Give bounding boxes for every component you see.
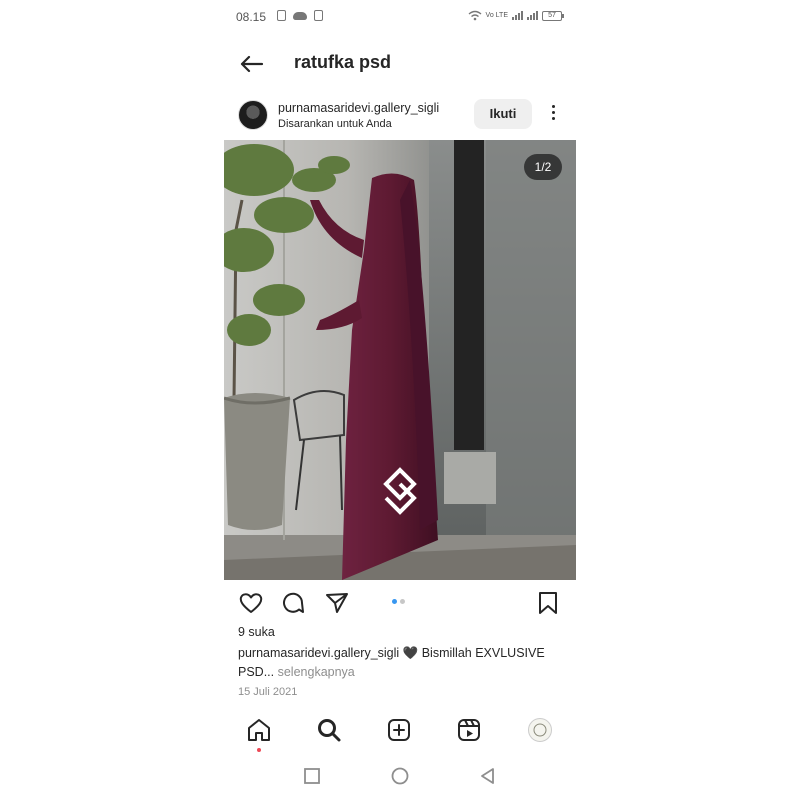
nav-reels[interactable] xyxy=(455,716,483,744)
phone-screen: 08.15 Vo LTE 57 ratufka psd purnamasarid… xyxy=(224,0,576,800)
notification-dot xyxy=(257,748,261,752)
recent-apps-button[interactable] xyxy=(302,766,322,786)
system-nav xyxy=(224,760,576,792)
more-options-button[interactable] xyxy=(544,102,562,126)
battery-icon: 57 xyxy=(542,10,564,21)
likes-count[interactable]: 9 suka xyxy=(238,625,275,639)
profile-avatar xyxy=(528,718,552,742)
media-counter: 1/2 xyxy=(524,154,562,180)
post-image[interactable]: 1/2 xyxy=(224,140,576,580)
sim-icon xyxy=(314,10,323,21)
save-button[interactable] xyxy=(535,590,561,616)
arrow-left-icon xyxy=(240,55,264,73)
share-button[interactable] xyxy=(324,590,350,616)
post-actions xyxy=(224,586,576,618)
suggested-label: Disarankan untuk Anda xyxy=(278,118,392,130)
follow-button[interactable]: Ikuti xyxy=(474,99,532,129)
status-bar: 08.15 Vo LTE 57 xyxy=(224,6,576,28)
send-icon xyxy=(326,593,348,613)
circle-icon xyxy=(391,767,409,785)
post-username[interactable]: purnamasaridevi.gallery_sigli xyxy=(278,101,439,115)
plus-square-icon xyxy=(388,719,410,741)
post-photo xyxy=(224,140,576,580)
carousel-dots xyxy=(392,599,405,604)
see-more-link[interactable]: selengkapnya xyxy=(278,665,355,679)
heart-icon xyxy=(239,593,263,613)
status-time: 08.15 xyxy=(236,10,267,24)
carousel-dot-active xyxy=(392,599,397,604)
reels-icon xyxy=(458,719,480,741)
page-title: ratufka psd xyxy=(294,52,392,72)
nav-home[interactable] xyxy=(245,716,273,752)
more-icon-dot xyxy=(551,105,555,108)
status-left-icons xyxy=(277,10,323,21)
search-icon xyxy=(318,719,341,742)
comment-button[interactable] xyxy=(280,590,306,616)
bottom-nav xyxy=(224,710,576,752)
square-icon xyxy=(304,768,320,784)
comment-icon xyxy=(283,592,304,613)
battery-level: 57 xyxy=(542,10,562,21)
carousel-dot xyxy=(400,599,405,604)
post-date: 15 Juli 2021 xyxy=(238,686,298,698)
back-system-button[interactable] xyxy=(478,766,498,786)
nav-create[interactable] xyxy=(385,716,413,744)
triangle-back-icon xyxy=(481,768,494,784)
page-header: ratufka psd xyxy=(224,44,576,84)
post-caption: purnamasaridevi.gallery_sigli 🖤 Bismilla… xyxy=(238,644,558,682)
nav-profile[interactable] xyxy=(526,716,554,744)
like-button[interactable] xyxy=(238,590,264,616)
network-label: Vo LTE xyxy=(485,12,508,19)
caption-username[interactable]: purnamasaridevi.gallery_sigli xyxy=(238,646,399,660)
nav-search[interactable] xyxy=(315,716,343,744)
bookmark-icon xyxy=(539,592,557,614)
cloud-icon xyxy=(293,11,307,20)
notification-icon xyxy=(277,10,286,21)
status-right-icons: Vo LTE 57 xyxy=(468,10,564,21)
signal-icon xyxy=(512,11,523,20)
post-header: purnamasaridevi.gallery_sigli Disarankan… xyxy=(224,96,576,136)
home-system-button[interactable] xyxy=(390,766,410,786)
signal-icon-2 xyxy=(527,11,538,20)
wifi-icon xyxy=(468,10,481,21)
avatar[interactable] xyxy=(238,100,268,130)
home-icon xyxy=(248,719,270,741)
back-button[interactable] xyxy=(238,50,266,78)
